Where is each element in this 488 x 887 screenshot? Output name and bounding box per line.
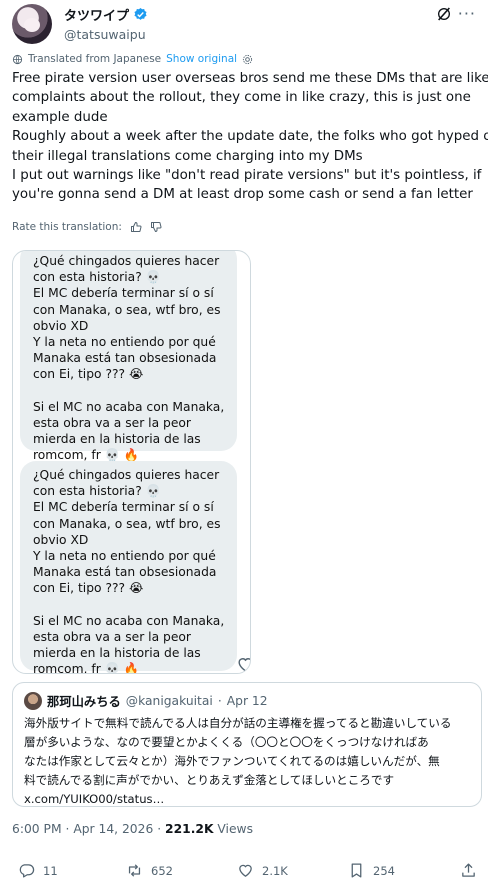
bookmark-count-button[interactable]: 254	[348, 862, 395, 879]
meta-separator: ·	[65, 822, 70, 836]
like-button[interactable]: 2.1K	[237, 862, 288, 879]
dm-line: Y la neta no entiendo por qué	[33, 549, 216, 564]
tweet-line: complaints about the rollout, they come …	[12, 90, 471, 106]
reply-icon	[19, 864, 35, 878]
tweet-time[interactable]: 6:00 PM	[12, 822, 62, 836]
heart-icon	[239, 864, 252, 877]
dm-line: esta obra va a ser la peor	[33, 415, 191, 430]
dm-line: mierda en la historia de las	[33, 646, 201, 661]
dm-line: El MC debería terminar sí o sí	[33, 286, 214, 301]
quoted-line: 料で読んでる割に声がでかい、とりあえず金落としてほしいところです	[24, 773, 395, 787]
quoted-line: 層が多いような、なので要望とかよくくる（〇〇と〇〇をくっつけなければあ	[24, 735, 429, 749]
quoted-separator: ·	[217, 694, 222, 708]
dm-screenshot-image[interactable]: ¿Qué chingados quieres hacer con esta hi…	[12, 250, 251, 674]
tweet-line: their illegal translations come charging…	[12, 148, 363, 164]
bookmark-icon	[351, 863, 362, 878]
translated-label: Translated from Japanese	[28, 53, 162, 65]
dm-line: ¿Qué chingados quieres hacer	[33, 468, 220, 482]
gear-icon[interactable]	[242, 54, 253, 65]
thumbs-up-icon[interactable]	[130, 221, 142, 233]
dm-line: con esta historia? 💀	[33, 484, 161, 499]
quoted-tweet-body: 海外版サイトで無料で読んでる人は自分が話の主導権を握ってると勘違いしている 層が…	[24, 714, 479, 809]
rate-translation-label: Rate this translation:	[12, 221, 122, 233]
repost-count: 652	[151, 863, 173, 878]
like-count: 2.1K	[262, 863, 288, 878]
dm-line: con esta historia? 💀	[33, 270, 161, 285]
dm-line: mierda en la historia de las	[33, 432, 201, 447]
reply-button[interactable]: 11	[18, 862, 58, 879]
dm-line: El MC debería terminar sí o sí	[33, 500, 214, 515]
translation-notice: Translated from Japanese Show original	[12, 53, 253, 65]
dm-line: esta obra va a ser la peor	[33, 629, 191, 644]
author-display-name-row[interactable]: タツワイプ	[64, 5, 148, 24]
dm-line: obvio XD	[33, 532, 89, 547]
dm-line: con Manaka, o sea, wtf bro, es	[33, 516, 221, 531]
author-handle[interactable]: @tatsuwaipu	[64, 27, 148, 42]
author-info: タツワイプ @tatsuwaipu	[64, 5, 148, 42]
dm-line: Si el MC no acaba con Manaka,	[33, 613, 225, 628]
quoted-tweet-header: 那珂山みちる @kanigakuitai · Apr 12	[24, 692, 268, 710]
dm-line: Manaka está tan obsesionada	[33, 351, 217, 366]
tweet-body: Free pirate version user overseas bros s…	[12, 69, 488, 205]
author-display-name[interactable]: タツワイプ	[64, 5, 129, 24]
reply-count: 11	[43, 863, 58, 878]
show-original-link[interactable]: Show original	[166, 53, 237, 65]
dm-line: ¿Qué chingados quieres hacer	[33, 254, 220, 268]
thumbs-down-icon[interactable]	[150, 221, 162, 233]
verified-badge-icon	[134, 7, 147, 20]
share-button[interactable]	[460, 862, 477, 879]
add-reaction-icon	[238, 658, 250, 672]
quoted-author-avatar	[24, 692, 42, 710]
dm-line: Manaka está tan obsesionada	[33, 565, 217, 580]
dm-blank-line	[33, 597, 237, 613]
rate-translation: Rate this translation:	[12, 221, 162, 233]
dm-line: Si el MC no acaba con Manaka,	[33, 399, 225, 414]
dm-line: con Ei, tipo ??? 😭	[33, 581, 144, 596]
repost-button[interactable]: 652	[126, 862, 173, 879]
repost-icon	[128, 864, 141, 877]
share-icon	[462, 863, 475, 877]
author-avatar[interactable]	[12, 4, 52, 44]
quoted-line: 海外版サイトで無料で読んでる人は自分が話の主導権を握ってると勘違いしている	[24, 716, 452, 730]
grok-icon[interactable]	[436, 6, 452, 22]
dm-message-bubble: ¿Qué chingados quieres hacer con esta hi…	[20, 251, 237, 462]
quoted-link[interactable]: x.com/YUIKO00/status…	[24, 790, 479, 809]
quoted-author-name: 那珂山みちる	[47, 695, 121, 709]
tweet-header: タツワイプ @tatsuwaipu ···	[12, 4, 476, 46]
quoted-date: Apr 12	[226, 694, 268, 708]
views-count: 221.2K	[165, 822, 214, 836]
tweet-line: Free pirate version user overseas bros s…	[12, 71, 488, 86]
dm-line: Y la neta no entiendo por qué	[33, 335, 216, 350]
quoted-author-handle: @kanigakuitai	[125, 694, 213, 708]
quoted-tweet[interactable]: 那珂山みちる @kanigakuitai · Apr 12 海外版サイトで無料で…	[12, 682, 482, 807]
dm-line: con Ei, tipo ??? 😭	[33, 367, 144, 382]
tweet-line: I put out warnings like "don't read pira…	[12, 168, 482, 184]
tweet-line: you're gonna send a DM at least drop som…	[12, 187, 473, 203]
quoted-line: なたは作家として云々とか）海外でファンついてくれてるのは嬉しいんだが、無	[24, 754, 440, 768]
tweet-line: example dude	[12, 109, 108, 125]
dm-blank-line	[33, 383, 237, 399]
views-label: Views	[217, 822, 253, 836]
dm-line: romcom, fr 💀 🔥	[33, 662, 140, 674]
tweet-line: Roughly about a week after the update da…	[12, 129, 488, 145]
action-bar: 11 652 2.1K 254	[12, 862, 476, 884]
translate-globe-icon	[12, 54, 23, 64]
dm-message-bubble: ¿Qué chingados quieres hacer con esta hi…	[20, 461, 237, 674]
more-options-icon[interactable]: ···	[458, 4, 476, 23]
tweet-date[interactable]: Apr 14, 2026	[73, 822, 153, 836]
tweet-meta: 6:00 PM · Apr 14, 2026 · 221.2K Views	[12, 822, 253, 836]
dm-line: obvio XD	[33, 318, 89, 333]
bookmark-count: 254	[373, 863, 395, 878]
dm-line: con Manaka, o sea, wtf bro, es	[33, 302, 221, 317]
meta-separator: ·	[157, 822, 162, 836]
